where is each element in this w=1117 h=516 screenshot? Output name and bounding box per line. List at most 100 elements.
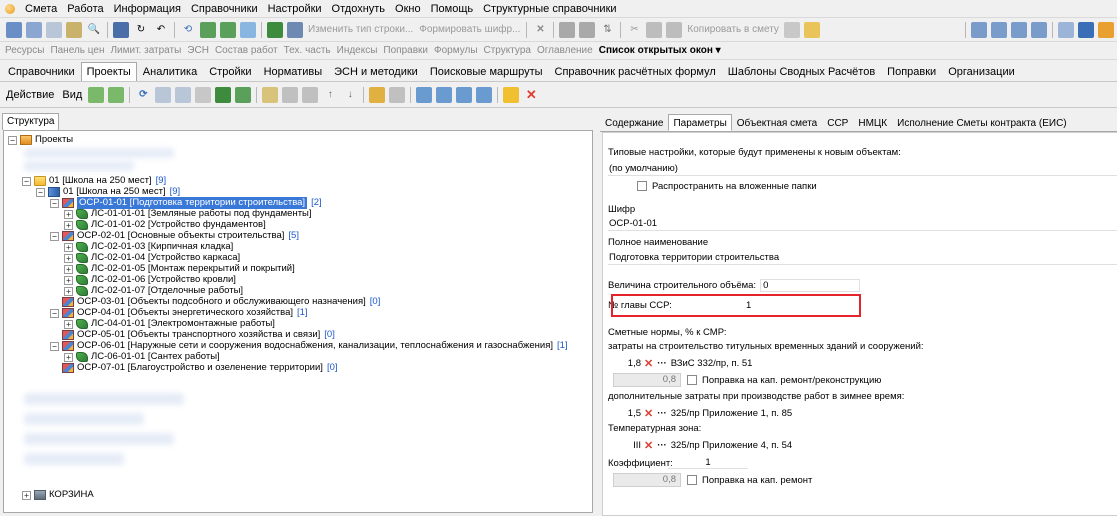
pencil-icon[interactable]: [1097, 21, 1114, 38]
repair1-value[interactable]: 0,8: [613, 373, 681, 387]
menu-item-window[interactable]: Окно: [390, 0, 426, 17]
tab-structure[interactable]: Структура: [2, 113, 60, 130]
ellipsis-icon[interactable]: ···: [657, 358, 667, 369]
tab-contract-execution[interactable]: Исполнение Сметы контракта (ЕИС): [892, 115, 1072, 131]
link-esn[interactable]: ЭСН: [184, 45, 212, 56]
search-icon[interactable]: 🔍: [86, 22, 102, 38]
menu-item-settings[interactable]: Настройки: [263, 0, 327, 17]
tree-item-trash[interactable]: + КОРЗИНА: [22, 489, 94, 501]
collapse-icon[interactable]: −: [36, 187, 45, 197]
new-folder-icon[interactable]: [503, 86, 520, 103]
tab-analytics[interactable]: Аналитика: [137, 62, 203, 81]
estimate-icon[interactable]: [235, 86, 252, 103]
tab-nmck[interactable]: НМЦК: [853, 115, 892, 131]
project-tree[interactable]: − Проекты − 01 [Школа на 250 мест] [9] −…: [3, 130, 593, 513]
undo-icon[interactable]: ↶: [153, 22, 169, 38]
expand-icon[interactable]: +: [64, 319, 73, 329]
redo-icon[interactable]: ↻: [133, 22, 149, 38]
link-tech-part[interactable]: Тех. часть: [281, 45, 334, 56]
collapse-icon[interactable]: −: [50, 341, 59, 351]
expand-icon[interactable]: +: [64, 352, 73, 362]
tab-formula-reference[interactable]: Справочник расчётных формул: [549, 62, 722, 81]
tab-projects[interactable]: Проекты: [80, 62, 137, 81]
nav-forward-icon[interactable]: [108, 86, 125, 103]
copy-icon[interactable]: [646, 21, 663, 38]
folder-icon[interactable]: [803, 21, 820, 38]
ellipsis-icon[interactable]: ···: [657, 408, 667, 419]
link-contents[interactable]: Оглавление: [534, 45, 596, 56]
tab-esn-methods[interactable]: ЭСН и методики: [328, 62, 424, 81]
tab-construction-sites[interactable]: Стройки: [203, 62, 257, 81]
indent-icon[interactable]: [6, 21, 22, 38]
clear-icon[interactable]: ✕: [644, 407, 653, 420]
tab-references[interactable]: Справочники: [2, 62, 81, 81]
report-icon[interactable]: [389, 86, 406, 103]
document-icon[interactable]: [195, 86, 212, 103]
propagate-checkbox[interactable]: [637, 181, 647, 191]
refresh-icon[interactable]: ⟲: [180, 22, 196, 38]
comment-icon[interactable]: [240, 21, 256, 38]
link-indexes[interactable]: Индексы: [334, 45, 381, 56]
delete-icon[interactable]: ✕: [532, 22, 548, 38]
export-icon[interactable]: [416, 86, 433, 103]
form-cipher-button[interactable]: Формировать шифр...: [416, 24, 523, 35]
collapse-icon[interactable]: −: [50, 231, 59, 241]
tab-parameters[interactable]: Параметры: [668, 114, 732, 131]
repair2-checkbox[interactable]: [687, 475, 697, 485]
full-name-field[interactable]: Подготовка территории строительства: [608, 251, 1117, 265]
export-excel-icon[interactable]: [456, 86, 473, 103]
arrow-up-icon[interactable]: ↑: [322, 87, 338, 103]
link-price-panel[interactable]: Панель цен: [47, 45, 107, 56]
tree-icon[interactable]: [267, 21, 283, 38]
tree-item-osr[interactable]: ОСР-07-01 [Благоустройство и озеленение …: [62, 362, 338, 374]
tab-normatives[interactable]: Нормативы: [258, 62, 329, 81]
save-icon[interactable]: [113, 21, 129, 38]
expand-icon[interactable]: +: [64, 275, 73, 285]
link-structure[interactable]: Структура: [481, 45, 534, 56]
expand-icon[interactable]: +: [64, 264, 73, 274]
link-formulas[interactable]: Формулы: [431, 45, 481, 56]
menu-item-help[interactable]: Помощь: [426, 0, 479, 17]
align-justify-icon[interactable]: [1030, 21, 1047, 38]
outdent-icon[interactable]: [26, 21, 42, 38]
propagate-checkbox-row[interactable]: Распространить на вложенные папки: [637, 179, 817, 193]
align-right-icon[interactable]: [1010, 21, 1027, 38]
sort-icon[interactable]: ⇅: [599, 22, 615, 38]
winter-value[interactable]: 1,5: [613, 408, 641, 419]
expand-icon[interactable]: +: [64, 242, 73, 252]
import-icon[interactable]: [436, 86, 453, 103]
open-windows-dropdown[interactable]: Список открытых окон ▾: [596, 45, 724, 56]
link-corrections[interactable]: Поправки: [380, 45, 431, 56]
ellipsis-icon[interactable]: ···: [657, 440, 667, 451]
paste-icon[interactable]: [302, 86, 319, 103]
table-icon[interactable]: [155, 86, 172, 103]
tab-contents[interactable]: Содержание: [600, 115, 668, 131]
refresh-icon[interactable]: ⟳: [135, 87, 151, 103]
copy-doc-icon[interactable]: [783, 21, 800, 38]
copy-to-estimate-button[interactable]: Копировать в смету: [684, 24, 782, 35]
table-icon[interactable]: [175, 86, 192, 103]
cut-icon[interactable]: ✂: [626, 22, 642, 38]
org-chart-icon[interactable]: [369, 86, 386, 103]
collapse-icon[interactable]: −: [8, 135, 17, 145]
truck-icon[interactable]: [1077, 21, 1094, 38]
tab-object-estimate[interactable]: Объектная смета: [732, 115, 822, 131]
view-menu[interactable]: Вид: [58, 89, 86, 101]
tab-summary-templates[interactable]: Шаблоны Сводных Расчётов: [722, 62, 881, 81]
expand-icon[interactable]: +: [64, 209, 73, 219]
action-menu[interactable]: Действие: [2, 89, 58, 101]
chart-icon[interactable]: [1057, 21, 1074, 38]
tab-search-routes[interactable]: Поисковые маршруты: [424, 62, 549, 81]
nav-back-icon[interactable]: [88, 86, 105, 103]
volume-field[interactable]: 0: [760, 278, 861, 292]
export-icon[interactable]: [579, 21, 596, 38]
calculator-icon[interactable]: [66, 21, 82, 38]
menu-item-references[interactable]: Справочники: [186, 0, 263, 17]
tree-expand-icon[interactable]: [262, 86, 279, 103]
link-limit-costs[interactable]: Лимит. затраты: [107, 45, 184, 56]
repair1-checkbox[interactable]: [687, 375, 697, 385]
menu-item-structural-refs[interactable]: Структурные справочники: [478, 0, 621, 17]
collapse-icon[interactable]: −: [50, 198, 59, 208]
change-row-type-button[interactable]: Изменить тип строки...: [305, 24, 416, 35]
link-work-composition[interactable]: Состав работ: [212, 45, 281, 56]
